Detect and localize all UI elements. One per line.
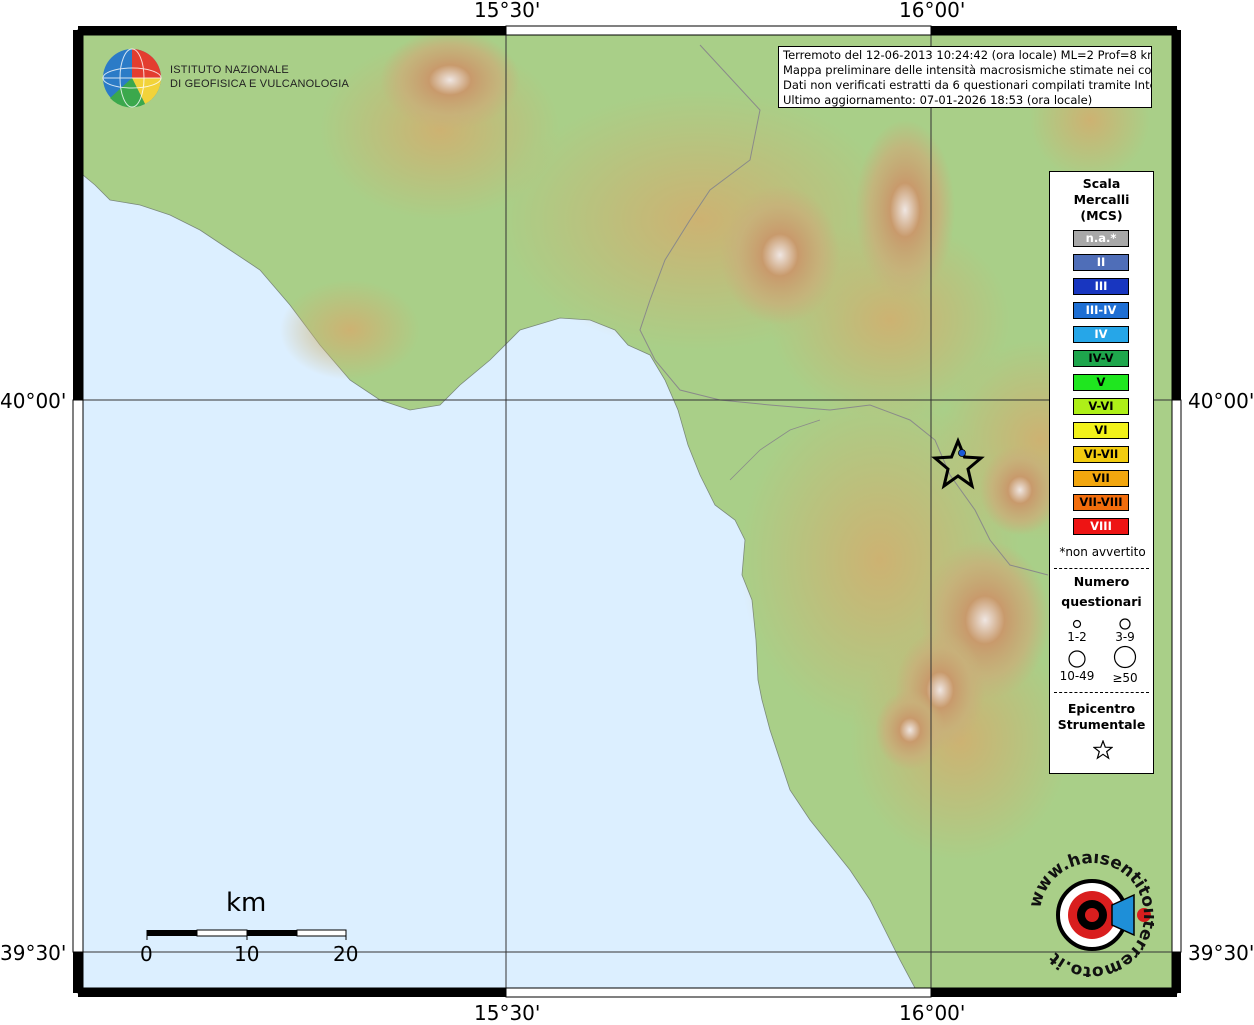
scale-unit: km: [226, 888, 267, 918]
legend: Scala Mercalli (MCS) n.a.* II III III-IV IV I…: [1049, 171, 1154, 774]
event-info-line2: Mappa preliminare delle intensità macros…: [783, 63, 1152, 77]
svg-text:www.haisentitoilterremoto.it: www.haisentitoilterremoto.it: [1030, 853, 1154, 977]
legend-title-scala: Scala: [1082, 176, 1121, 191]
watermark-text: www.haisentitoilterremoto.it: [1030, 853, 1154, 977]
logo-line2: DI GEOFISICA E VULCANOLOGIA: [170, 78, 349, 90]
event-info-line4: Ultimo aggiornamento: 07-01-2026 18:53 (…: [783, 93, 1093, 107]
lon-label-bottom-1600: 16°00': [899, 1001, 966, 1025]
count-label-50plus: ≥50: [1112, 671, 1138, 685]
intensity-swatch-iv-v: IV-V: [1073, 350, 1129, 367]
count-label-10-49: 10-49: [1059, 669, 1095, 683]
count-symbol-xlarge: [1113, 645, 1137, 669]
legend-epi-title1: Epicentro: [1067, 701, 1136, 716]
legend-divider-2: [1054, 692, 1149, 693]
lat-label-right-3930: 39°30': [1188, 941, 1254, 965]
intensity-swatch-v: V: [1073, 374, 1129, 391]
intensity-swatch-vii-viii: VII-VIII: [1073, 494, 1129, 511]
legend-na-note: *non avvertito: [1059, 545, 1146, 559]
scale-tick-20: 20: [333, 942, 359, 966]
count-symbol-large: [1068, 650, 1086, 668]
count-symbol-medium: [1119, 618, 1131, 630]
ingv-logo-icon: [102, 48, 162, 108]
lon-label-bottom-1530: 15°30': [474, 1001, 541, 1025]
scale-tick-10: 10: [234, 942, 260, 966]
legend-count-title1: Numero: [1073, 574, 1130, 589]
legend-count-title2: questionari: [1061, 594, 1142, 609]
intensity-swatch-vi-vii: VI-VII: [1073, 446, 1129, 463]
lat-label-left-3930: 39°30': [0, 941, 67, 965]
logo-line1: ISTITUTO NAZIONALE: [170, 64, 289, 76]
intensity-swatch-vii: VII: [1073, 470, 1129, 487]
intensity-swatch-iii-iv: III-IV: [1073, 302, 1129, 319]
questionnaire-point[interactable]: [958, 449, 966, 457]
intensity-swatch-viii: VIII: [1073, 518, 1129, 535]
intensity-swatch-vi: VI: [1073, 422, 1129, 439]
lon-label-top-1600: 16°00': [899, 0, 966, 22]
count-label-1-2: 1-2: [1067, 630, 1087, 644]
legend-divider: [1054, 568, 1149, 569]
intensity-swatch-n-a-: n.a.*: [1073, 230, 1129, 247]
intensity-swatch-v-vi: V-VI: [1073, 398, 1129, 415]
count-label-3-9: 3-9: [1115, 630, 1135, 644]
lon-label-top-1530: 15°30': [474, 0, 541, 22]
legend-star-icon: [1093, 740, 1113, 760]
count-symbol-small: [1072, 619, 1082, 629]
event-info-box: Terremoto del 12-06-2013 10:24:42 (ora l…: [778, 46, 1152, 108]
event-info-line3: Dati non verificati estratti da 6 questi…: [783, 78, 1152, 92]
haisentito-watermark: www.haisentitoilterremoto.it: [1030, 853, 1154, 977]
intensity-swatch-iii: III: [1073, 278, 1129, 295]
legend-epi-title2: Strumentale: [1057, 717, 1146, 732]
intensity-swatch-ii: II: [1073, 254, 1129, 271]
lat-label-right-4000: 40°00': [1188, 389, 1254, 413]
lat-label-left-4000: 40°00': [0, 389, 67, 413]
event-info-line1: Terremoto del 12-06-2013 10:24:42 (ora l…: [783, 48, 1152, 62]
legend-title-mcs: (MCS): [1080, 208, 1123, 223]
scale-tick-0: 0: [140, 942, 153, 966]
intensity-swatch-iv: IV: [1073, 326, 1129, 343]
legend-title-mercalli: Mercalli: [1073, 192, 1130, 207]
